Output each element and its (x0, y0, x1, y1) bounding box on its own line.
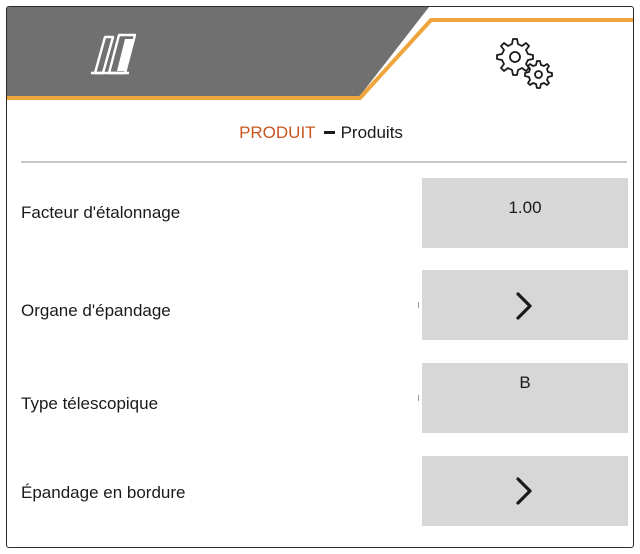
row-marker (418, 302, 419, 308)
telescopic-type-field[interactable]: B (422, 363, 628, 433)
row-label-telescopic-type: Type télescopique (21, 394, 159, 413)
breadcrumb-current: Produits (340, 123, 403, 142)
breadcrumb-separator (323, 131, 335, 135)
header-divider (21, 161, 627, 163)
spreading-unit-button[interactable] (422, 270, 628, 340)
chevron-right-icon (516, 477, 532, 505)
breadcrumb-section[interactable]: PRODUIT (239, 123, 316, 142)
calibration-factor-field[interactable]: 1.00 (422, 178, 628, 248)
row-label-spreading-unit: Organe d'épandage (21, 301, 171, 320)
breadcrumb: PRODUIT Produits (7, 123, 633, 143)
row-marker (418, 395, 419, 401)
tab-product[interactable] (7, 7, 387, 109)
calibration-factor-value: 1.00 (508, 198, 542, 217)
border-spreading-button[interactable] (422, 456, 628, 526)
tab-settings[interactable] (387, 7, 633, 109)
telescopic-type-value: B (519, 373, 531, 392)
screen-frame: PRODUIT Produits Facteur d'étalonnage 1.0… (6, 6, 634, 548)
spreader-icon (91, 33, 137, 75)
chevron-right-icon (516, 292, 532, 320)
gears-icon (496, 38, 553, 89)
row-label-calibration-factor: Facteur d'étalonnage (21, 203, 181, 222)
row-label-border-spreading: Épandage en bordure (21, 483, 186, 502)
